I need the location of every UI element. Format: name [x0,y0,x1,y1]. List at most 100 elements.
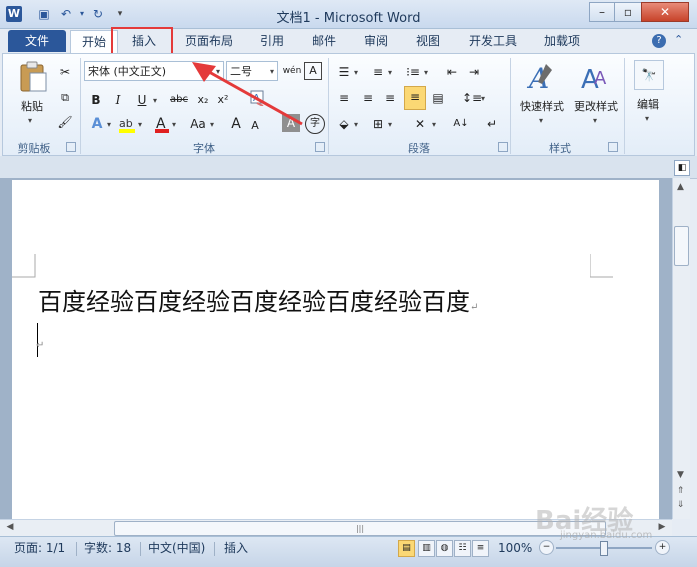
horizontal-scroll-thumb[interactable]: ||| [114,521,606,536]
status-page[interactable]: 页面: 1/1 [14,540,65,556]
sort-icon[interactable]: A↓ [452,114,470,134]
maximize-button[interactable]: ▫ [614,2,642,22]
document-line-1[interactable]: 百度经验百度经验百度经验百度经验百度↵ [38,282,478,317]
tab-view[interactable]: 视图 [408,30,448,52]
increase-indent-icon[interactable]: ⇥ [466,62,482,82]
chinese-layout-dropdown-icon[interactable]: ▾ [432,120,436,129]
change-styles-dropdown-icon[interactable]: ▾ [593,116,597,125]
line-spacing-icon[interactable]: ↕≡ [462,88,482,108]
scroll-up-icon[interactable]: ▲ [674,182,687,192]
tab-addins[interactable]: 加载项 [536,30,588,52]
tab-developer[interactable]: 开发工具 [460,30,526,52]
styles-dialog-launcher[interactable] [608,142,618,152]
group-divider [328,58,329,154]
align-right-icon[interactable]: ≡ [382,88,398,108]
document-text: 百度经验百度经验百度经验百度经验百度 [38,288,470,316]
find-icon[interactable]: 🔭 [634,60,664,90]
ruler-toggle-icon[interactable]: ◧ [674,160,690,176]
multilevel-list-icon[interactable]: ⁝≡ [404,62,422,82]
paragraph-mark: ↵ [470,302,479,313]
scroll-down-icon[interactable]: ▼ [674,470,687,480]
minimize-ribbon-icon[interactable]: ⌃ [674,33,683,46]
paste-label[interactable]: 粘贴 [14,98,50,114]
bold-button[interactable]: B [88,90,104,110]
format-painter-icon[interactable]: 🖌 [56,112,74,132]
clipboard-dialog-launcher[interactable] [66,142,76,152]
paragraph-dialog-launcher[interactable] [498,142,508,152]
align-left-icon[interactable]: ≡ [336,88,352,108]
paste-icon [20,61,47,92]
document-page[interactable] [12,180,659,519]
tab-file[interactable]: 文件 [8,30,66,52]
quick-styles-label[interactable]: 快速样式 [514,98,570,114]
editing-label[interactable]: 编辑 [628,96,668,112]
bullets-dropdown-icon[interactable]: ▾ [354,68,358,77]
paste-button[interactable] [16,60,50,94]
text-effects-dropdown-icon[interactable]: ▾ [107,120,111,129]
zoom-out-icon[interactable]: − [539,540,554,555]
status-insert-mode[interactable]: 插入 [224,540,248,556]
outline-view-icon[interactable]: ☷ [454,540,471,557]
shading-dropdown-icon[interactable]: ▾ [354,120,358,129]
status-language[interactable]: 中文(中国) [148,540,205,556]
full-screen-reading-view-icon[interactable]: ▥ [418,540,435,557]
print-layout-view-icon[interactable]: ▤ [398,540,415,557]
web-layout-view-icon[interactable]: ◍ [436,540,453,557]
scroll-right-icon[interactable]: ▶ [656,522,668,532]
quick-styles-dropdown-icon[interactable]: ▾ [539,116,543,125]
help-icon[interactable]: ? [652,34,666,48]
styles-group-label: 样式 [549,142,571,155]
status-word-count[interactable]: 字数: 18 [84,540,131,556]
editing-dropdown-icon[interactable]: ▾ [645,114,649,123]
align-center-icon[interactable]: ≡ [360,88,376,108]
shading-icon[interactable]: ⬙ [336,114,352,134]
numbering-icon[interactable]: ≡ [370,62,386,82]
underline-button[interactable]: U [134,90,150,110]
next-page-icon[interactable]: ⇓ [674,500,687,510]
text-highlight-dropdown-icon[interactable]: ▾ [138,120,142,129]
tab-review[interactable]: 审阅 [356,30,396,52]
group-divider [80,58,81,154]
close-button[interactable]: ✕ [641,2,689,22]
change-styles-icon[interactable]: AA [580,60,612,97]
italic-button[interactable]: I [110,90,126,110]
clipboard-group-label: 剪贴板 [17,142,51,155]
tab-mailings[interactable]: 邮件 [304,30,344,52]
justify-icon[interactable]: ≡ [404,86,426,110]
status-divider [214,542,215,556]
line-spacing-dropdown-icon[interactable]: ▾ [481,94,485,103]
margin-corner-top-left [12,254,36,278]
bullets-icon[interactable]: ☰ [336,62,352,82]
cut-icon[interactable]: ✂ [56,62,74,82]
show-marks-icon[interactable]: ↵ [484,114,500,134]
svg-text:A: A [594,68,607,89]
quick-styles-icon[interactable]: A [526,60,558,97]
paste-dropdown-icon[interactable]: ▾ [28,116,32,125]
tab-page-layout[interactable]: 页面布局 [178,30,240,52]
decrease-indent-icon[interactable]: ⇤ [444,62,460,82]
font-color-icon[interactable]: A [154,114,170,137]
underline-dropdown-icon[interactable]: ▾ [153,96,157,105]
text-effects-icon[interactable]: A [88,114,106,134]
previous-page-icon[interactable]: ⇑ [674,486,687,496]
font-color-dropdown-icon[interactable]: ▾ [172,120,176,129]
zoom-slider-thumb[interactable] [600,541,608,556]
copy-icon[interactable]: ⧉ [56,88,74,108]
borders-dropdown-icon[interactable]: ▾ [388,120,392,129]
font-dialog-launcher[interactable] [315,142,325,152]
draft-view-icon[interactable]: ≡ [472,540,489,557]
text-highlight-icon[interactable]: ab [118,114,136,137]
chinese-layout-icon[interactable]: ✕ [410,114,430,134]
minimize-button[interactable]: – [589,2,615,22]
distributed-icon[interactable]: ▤ [430,88,446,108]
tab-references[interactable]: 引用 [252,30,292,52]
change-styles-label[interactable]: 更改样式 [570,98,622,114]
zoom-in-icon[interactable]: + [655,540,670,555]
numbering-dropdown-icon[interactable]: ▾ [388,68,392,77]
strikethrough-button[interactable]: abc [168,90,190,110]
multilevel-list-dropdown-icon[interactable]: ▾ [424,68,428,77]
scroll-left-icon[interactable]: ◀ [4,522,16,532]
vertical-scroll-thumb[interactable] [674,226,689,266]
borders-icon[interactable]: ⊞ [370,114,386,134]
zoom-level[interactable]: 100% [498,540,532,556]
